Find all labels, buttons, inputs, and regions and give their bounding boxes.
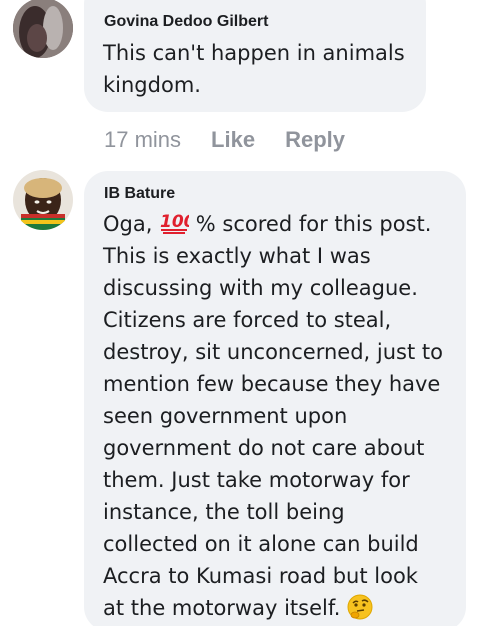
comments-thread: Govina Dedoo Gilbert This can't happen i… (0, 0, 480, 626)
comment-text-line: collected on it alone can build (103, 532, 419, 556)
comment-text-line: Accra to Kumasi road but look (103, 564, 418, 588)
thinking-face-icon (347, 594, 373, 620)
comment-text-line: mention few because they have (103, 372, 441, 396)
comment-text-fragment: Oga, (103, 212, 160, 236)
comment-text: This can't happen in animals kingdom. (103, 37, 405, 101)
avatar-photo-icon (13, 0, 73, 58)
comment-text-line: kingdom. (103, 73, 201, 97)
avatar-ib-bature[interactable] (13, 170, 73, 230)
comment-text-line: destroy, sit unconcerned, just to (103, 340, 443, 364)
comment-text-line: This can't happen in animals (103, 41, 405, 65)
comment-author[interactable]: IB Bature (104, 185, 175, 203)
comment-text-line: seen government upon (103, 404, 348, 428)
comment-actions: 17 mins Like Reply (104, 120, 345, 160)
comment-text-fragment: % scored for this post. (189, 212, 432, 236)
reply-button[interactable]: Reply (285, 127, 345, 153)
comment-text-line: discussing with my colleague. (103, 276, 418, 300)
comment-text: Oga, 100 % scored for this post. This is… (103, 208, 443, 624)
comment-text-line: government do not care about (103, 436, 425, 460)
comment-text-line: Oga, 100 % scored for this post. (103, 208, 443, 240)
avatar-photo-icon (13, 170, 73, 230)
comment-timestamp[interactable]: 17 mins (104, 127, 181, 153)
comment-text-fragment: at the motorway itself. (103, 596, 348, 620)
hundred-points-icon: 100 (160, 212, 189, 234)
comment-author[interactable]: Govina Dedoo Gilbert (104, 13, 268, 31)
like-button[interactable]: Like (211, 127, 255, 153)
comment-bubble: Govina Dedoo Gilbert This can't happen i… (84, 0, 426, 112)
comment-text-line: This is exactly what I was (103, 244, 371, 268)
comment-bubble: IB Bature Oga, 100 % scored for this pos… (84, 171, 466, 626)
comment-text-line: at the motorway itself. (103, 592, 443, 624)
comment-text-line: Citizens are forced to steal, (103, 308, 392, 332)
comment-text-line: instance, the toll being (103, 500, 345, 524)
comment-text-line: them. Just take motorway for (103, 468, 410, 492)
avatar-govina[interactable] (13, 0, 73, 58)
